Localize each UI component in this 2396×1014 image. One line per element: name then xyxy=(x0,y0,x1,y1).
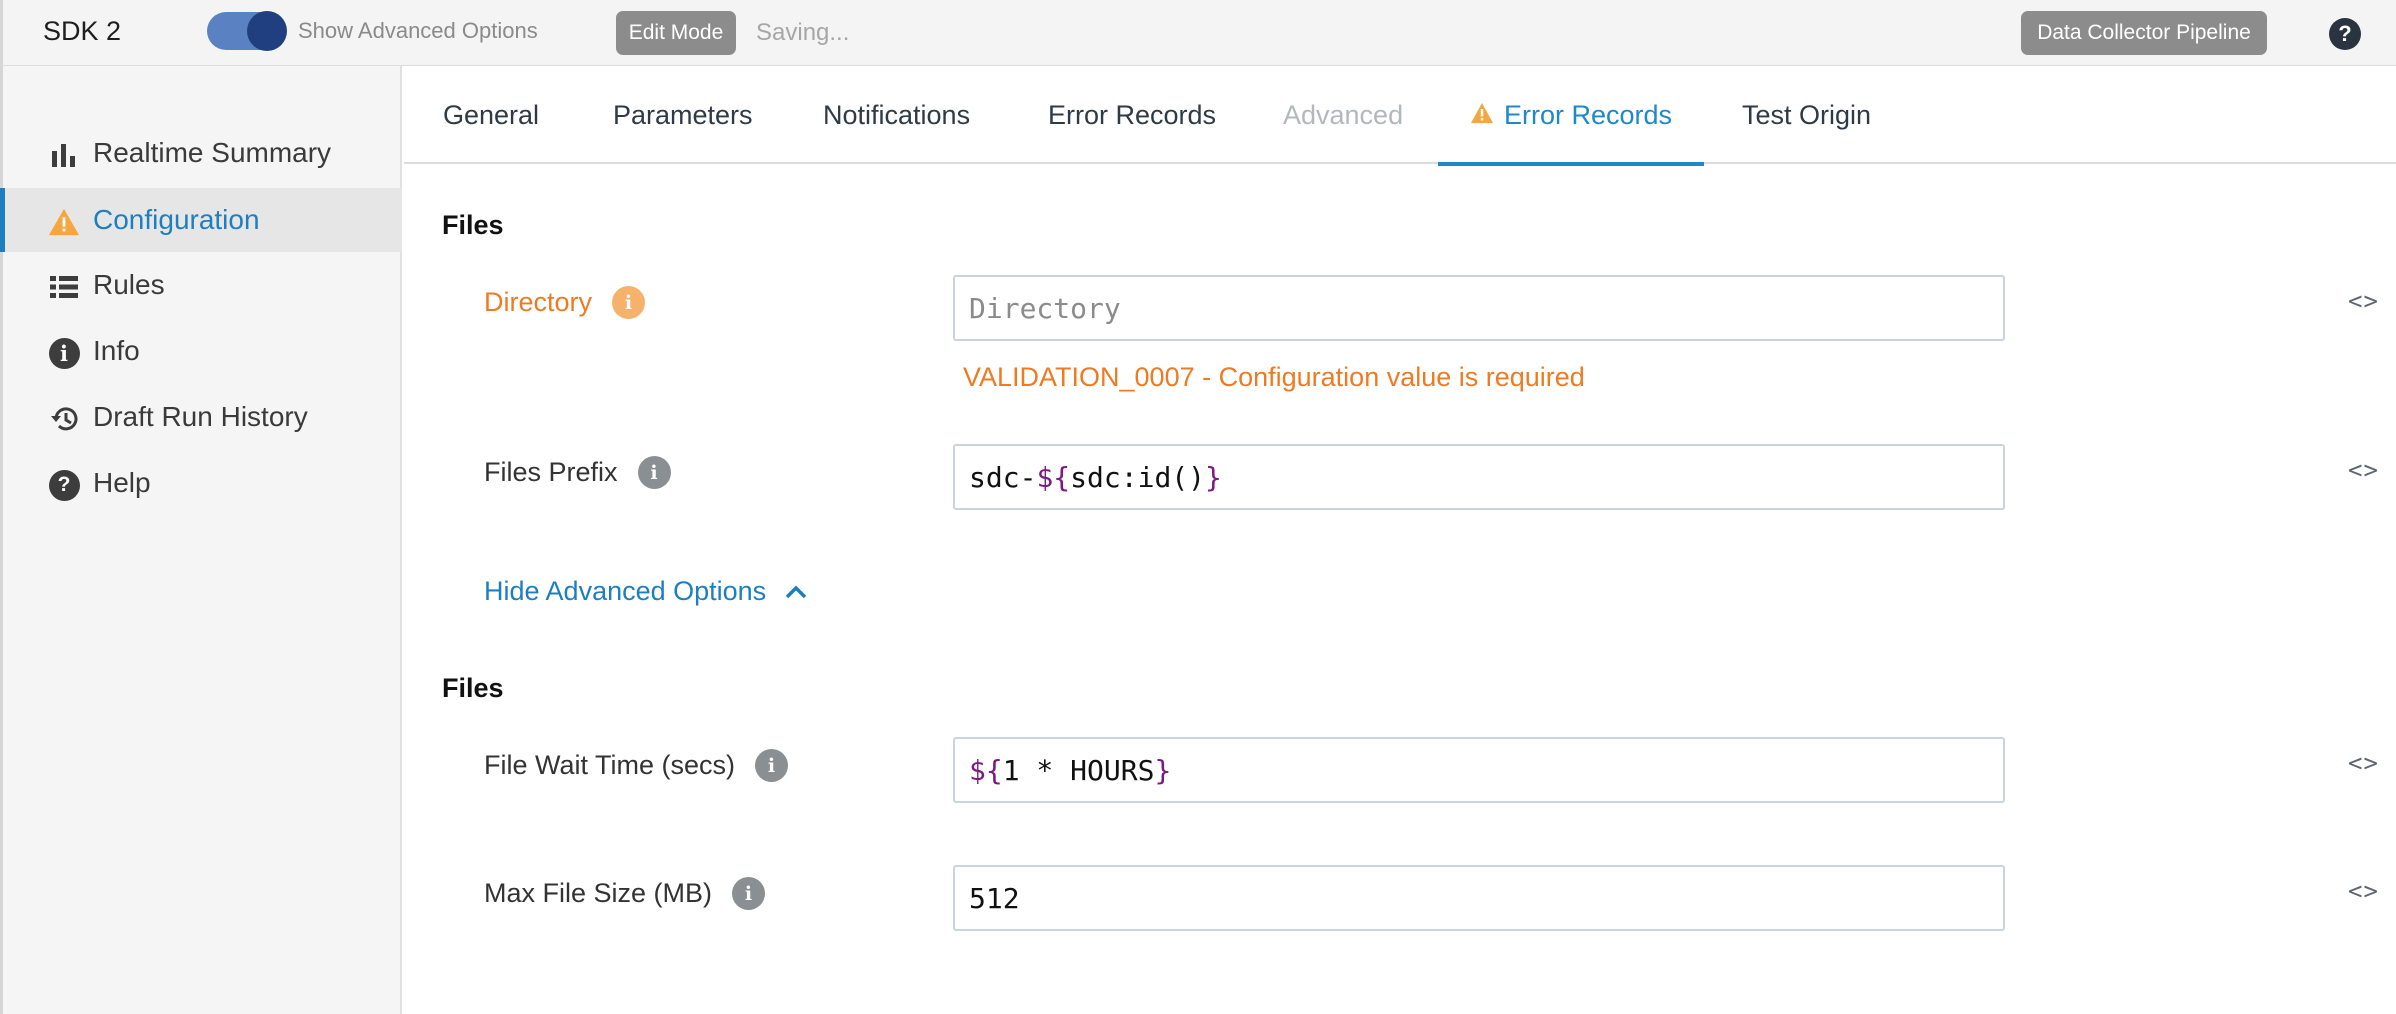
edit-mode-badge: Edit Mode xyxy=(616,11,736,55)
help-icon[interactable]: ? xyxy=(2329,18,2361,50)
directory-label: Directory i xyxy=(484,286,646,319)
directory-input[interactable] xyxy=(953,275,2005,341)
warning-icon xyxy=(1470,100,1494,131)
bar-chart-icon xyxy=(48,139,80,171)
chevron-up-icon xyxy=(785,585,807,598)
top-bar: SDK 2 Show Advanced Options Edit Mode Sa… xyxy=(0,0,2396,66)
files-prefix-input[interactable]: sdc- ${sdc:id()} xyxy=(953,444,2005,510)
el-token: } xyxy=(1205,460,1222,494)
section-title-files-advanced: Files xyxy=(442,673,504,703)
info-icon: i xyxy=(48,337,80,369)
tab-label: Error Records xyxy=(1504,99,1673,130)
advanced-options-toggle[interactable] xyxy=(207,11,287,51)
tab-advanced[interactable]: Advanced xyxy=(1283,66,1403,164)
save-status: Saving... xyxy=(756,19,850,46)
sidebar-item-help[interactable]: ? Help xyxy=(3,451,402,515)
value-text: sdc- xyxy=(969,460,1037,494)
sidebar: Realtime Summary Configuration Rules i I… xyxy=(0,66,402,1014)
files-prefix-label: Files Prefix i xyxy=(484,456,671,489)
sidebar-item-rules[interactable]: Rules xyxy=(3,253,402,317)
code-view-toggle[interactable]: <> xyxy=(2348,456,2379,484)
info-icon[interactable]: i xyxy=(732,877,766,910)
value-text: 512 xyxy=(969,881,1020,915)
el-token: ${ xyxy=(969,753,1003,787)
directory-label-text: Directory xyxy=(484,287,593,317)
code-view-toggle[interactable]: <> xyxy=(2348,749,2379,777)
value-text: sdc:id() xyxy=(1070,460,1206,494)
value-text: 1 * HOURS xyxy=(1002,753,1155,787)
sidebar-item-label: Info xyxy=(93,335,140,366)
config-tabs: General Parameters Notifications Error R… xyxy=(404,66,2396,166)
tab-test-origin[interactable]: Test Origin xyxy=(1742,66,1871,164)
pipeline-type-badge: Data Collector Pipeline xyxy=(2021,11,2267,55)
sidebar-item-label: Configuration xyxy=(93,204,260,235)
list-icon xyxy=(48,271,80,303)
info-icon[interactable]: i xyxy=(755,749,789,782)
info-icon[interactable]: i xyxy=(612,286,646,319)
toggle-knob[interactable] xyxy=(247,11,287,51)
tab-error-records[interactable]: Error Records xyxy=(1048,66,1216,164)
sidebar-item-realtime-summary[interactable]: Realtime Summary xyxy=(3,121,402,185)
directory-validation-error: VALIDATION_0007 - Configuration value is… xyxy=(963,362,1585,392)
files-prefix-label-text: Files Prefix xyxy=(484,457,618,487)
hide-advanced-options-text: Hide Advanced Options xyxy=(484,576,767,606)
advanced-options-label: Show Advanced Options xyxy=(298,18,538,43)
info-icon[interactable]: i xyxy=(637,456,671,489)
sidebar-item-info[interactable]: i Info xyxy=(3,319,402,383)
sidebar-item-label: Realtime Summary xyxy=(93,137,332,168)
sidebar-item-label: Help xyxy=(93,467,151,498)
el-token: ${ xyxy=(1036,460,1071,494)
file-wait-time-label-text: File Wait Time (secs) xyxy=(484,750,736,780)
hide-advanced-options-link[interactable]: Hide Advanced Options xyxy=(484,576,808,607)
tab-notifications[interactable]: Notifications xyxy=(823,66,970,164)
el-token: } xyxy=(1154,753,1172,787)
history-icon xyxy=(48,403,80,435)
tab-error-records-active[interactable]: Error Records xyxy=(1437,66,1705,166)
sidebar-item-label: Draft Run History xyxy=(93,401,308,432)
max-file-size-label-text: Max File Size (MB) xyxy=(484,878,713,908)
code-view-toggle[interactable]: <> xyxy=(2348,877,2379,905)
max-file-size-input[interactable]: 512 xyxy=(953,865,2005,931)
code-view-toggle[interactable]: <> xyxy=(2348,287,2379,315)
file-wait-time-label: File Wait Time (secs) i xyxy=(484,749,789,782)
file-wait-time-input[interactable]: ${1 * HOURS} xyxy=(953,737,2005,803)
warning-icon xyxy=(48,206,80,238)
section-title-files: Files xyxy=(442,210,504,240)
sidebar-item-label: Rules xyxy=(93,269,165,300)
sidebar-item-configuration[interactable]: Configuration xyxy=(0,188,402,252)
pipeline-title: SDK 2 xyxy=(43,16,122,46)
tab-general[interactable]: General xyxy=(443,66,539,164)
sidebar-item-draft-run-history[interactable]: Draft Run History xyxy=(3,385,402,449)
tab-parameters[interactable]: Parameters xyxy=(613,66,753,164)
help-icon: ? xyxy=(48,469,80,501)
max-file-size-label: Max File Size (MB) i xyxy=(484,877,766,910)
